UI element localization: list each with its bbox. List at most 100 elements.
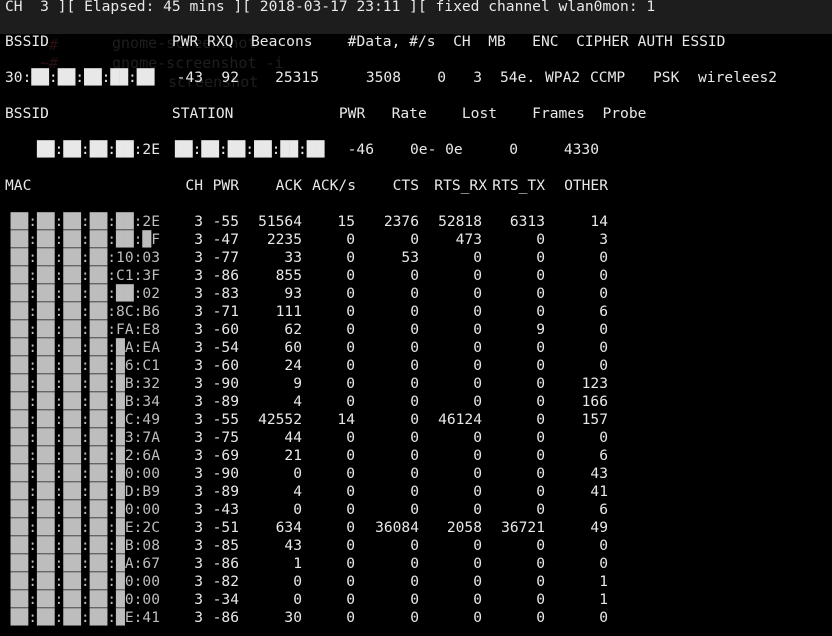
station-frames: 4330 bbox=[563, 141, 599, 158]
mac-cell-cts: 0 bbox=[410, 573, 419, 590]
mac-cell-ack: 855 bbox=[275, 267, 302, 284]
mac-cell-rts-rx: 46124 bbox=[438, 411, 482, 428]
mac-cell-rts-tx: 9 bbox=[536, 321, 545, 338]
ap-bssid: 30:██:██:██:██:██ bbox=[5, 69, 155, 86]
mac-cell-ack-s: 0 bbox=[346, 591, 355, 608]
mac-cell-cts: 0 bbox=[410, 609, 419, 626]
mac-cell-pwr: -60 bbox=[212, 321, 239, 338]
mac-cell-ack-s: 0 bbox=[346, 285, 355, 302]
mac-cell-mac: ██:██:██:██:██:2E bbox=[10, 213, 160, 230]
mac-cell-other: 157 bbox=[581, 411, 608, 428]
mac-cell-ch: 3 bbox=[194, 213, 203, 230]
mac-cell-rts-rx: 0 bbox=[473, 555, 482, 572]
mac-cell-pwr: -89 bbox=[212, 483, 239, 500]
mac-cell-ack-s: 0 bbox=[346, 465, 355, 482]
mac-cell-rts-rx: 0 bbox=[473, 303, 482, 320]
mac-cell-rts-rx: 0 bbox=[473, 285, 482, 302]
mac-cell-pwr: -54 bbox=[212, 339, 239, 356]
mac-cell-ch: 3 bbox=[194, 267, 203, 284]
mac-cell-cts: 0 bbox=[410, 411, 419, 428]
mac-cell-mac: ██:██:██:██:█0:00 bbox=[10, 501, 160, 518]
mac-cell-other: 0 bbox=[599, 555, 608, 572]
mac-cell-ack-s: 0 bbox=[346, 339, 355, 356]
mac-cell-pwr: -86 bbox=[212, 555, 239, 572]
mac-cell-mac: ██:██:██:██:█6:C1 bbox=[10, 357, 160, 374]
mac-cell-rts-rx: 0 bbox=[473, 573, 482, 590]
mac-cell-ack-s: 0 bbox=[346, 501, 355, 518]
mac-cell-other: 49 bbox=[590, 519, 608, 536]
mac-cell-rts-rx: 0 bbox=[473, 447, 482, 464]
mac-cell-ack: 4 bbox=[293, 393, 302, 410]
mac-cell-mac: ██:██:██:██:█B:32 bbox=[10, 375, 160, 392]
mac-cell-rts-rx: 2058 bbox=[446, 519, 482, 536]
mac-cell-rts-rx: 0 bbox=[473, 483, 482, 500]
mac-cell-ch: 3 bbox=[194, 285, 203, 302]
mac-cell-mac: ██:██:██:██:10:03 bbox=[10, 249, 160, 266]
mac-cell-pwr: -90 bbox=[212, 375, 239, 392]
ap-ch: 3 bbox=[473, 69, 482, 86]
mac-cell-ack-s: 0 bbox=[346, 483, 355, 500]
mac-cell-ch: 3 bbox=[194, 375, 203, 392]
mac-cell-ack: 42552 bbox=[258, 411, 302, 428]
mac-cell-cts: 0 bbox=[410, 591, 419, 608]
mac-cell-other: 166 bbox=[581, 393, 608, 410]
mac-cell-ch: 3 bbox=[194, 321, 203, 338]
mac-cell-ack-s: 0 bbox=[346, 267, 355, 284]
mac-cell-ch: 3 bbox=[194, 393, 203, 410]
mac-cell-rts-tx: 0 bbox=[536, 231, 545, 248]
mac-cell-rts-tx: 0 bbox=[536, 555, 545, 572]
mac-cell-ack-s: 0 bbox=[346, 357, 355, 374]
mac-cell-rts-rx: 0 bbox=[473, 339, 482, 356]
mac-cell-cts: 0 bbox=[410, 321, 419, 338]
mac-cell-ch: 3 bbox=[194, 249, 203, 266]
mac-cell-rts-rx: 0 bbox=[473, 591, 482, 608]
mac-cell-ack-s: 0 bbox=[346, 447, 355, 464]
mac-cell-ack: 21 bbox=[284, 447, 302, 464]
mac-cell-pwr: -82 bbox=[212, 573, 239, 590]
mac-cell-pwr: -75 bbox=[212, 429, 239, 446]
mac-header-mac: MAC bbox=[5, 177, 32, 194]
mac-cell-other: 41 bbox=[590, 483, 608, 500]
mac-cell-ch: 3 bbox=[194, 573, 203, 590]
mac-cell-ch: 3 bbox=[194, 519, 203, 536]
ap-rxq: 92 bbox=[221, 69, 239, 86]
mac-cell-ack: 0 bbox=[293, 591, 302, 608]
mac-header-other: OTHER bbox=[564, 177, 608, 194]
mac-cell-rts-tx: 0 bbox=[536, 303, 545, 320]
ap-per-s: 0 bbox=[437, 69, 446, 86]
mac-cell-rts-rx: 0 bbox=[473, 375, 482, 392]
mac-cell-pwr: -71 bbox=[212, 303, 239, 320]
mac-cell-cts: 0 bbox=[410, 267, 419, 284]
mac-cell-rts-tx: 6313 bbox=[509, 213, 545, 230]
mac-cell-ack-s: 14 bbox=[337, 411, 355, 428]
mac-cell-mac: ██:██:██:██:█A:67 bbox=[10, 555, 160, 572]
mac-cell-rts-rx: 0 bbox=[473, 357, 482, 374]
mac-cell-ack-s: 0 bbox=[346, 519, 355, 536]
mac-cell-mac: ██:██:██:██:█0:00 bbox=[10, 591, 160, 608]
mac-cell-ch: 3 bbox=[194, 429, 203, 446]
mac-cell-ack: 1 bbox=[293, 555, 302, 572]
station-table-header: BSSID STATION PWR Rate Lost Frames Probe bbox=[5, 105, 647, 122]
mac-cell-mac: ██:██:██:██:█B:08 bbox=[10, 537, 160, 554]
mac-cell-other: 0 bbox=[599, 339, 608, 356]
mac-cell-other: 123 bbox=[581, 375, 608, 392]
ap-table-header: BSSID PWR RXQ Beacons #Data, #/s CH MB E… bbox=[5, 33, 726, 50]
mac-cell-ack: 93 bbox=[284, 285, 302, 302]
mac-cell-other: 6 bbox=[599, 447, 608, 464]
mac-cell-rts-tx: 0 bbox=[536, 357, 545, 374]
mac-cell-ack: 9 bbox=[293, 375, 302, 392]
mac-cell-other: 0 bbox=[599, 285, 608, 302]
mac-cell-other: 0 bbox=[599, 429, 608, 446]
mac-cell-rts-tx: 0 bbox=[536, 573, 545, 590]
mac-cell-cts: 0 bbox=[410, 357, 419, 374]
mac-cell-ack-s: 0 bbox=[346, 537, 355, 554]
mac-cell-ack-s: 0 bbox=[346, 609, 355, 626]
mac-cell-mac: ██:██:██:██:█E:2C bbox=[10, 519, 160, 536]
station-bssid: ██:██:██:██:2E bbox=[36, 141, 160, 158]
mac-cell-rts-rx: 0 bbox=[473, 267, 482, 284]
mac-cell-rts-tx: 0 bbox=[536, 465, 545, 482]
mac-cell-rts-rx: 473 bbox=[455, 231, 482, 248]
mac-cell-ch: 3 bbox=[194, 357, 203, 374]
mac-cell-rts-rx: 0 bbox=[473, 465, 482, 482]
mac-cell-ack-s: 0 bbox=[346, 303, 355, 320]
